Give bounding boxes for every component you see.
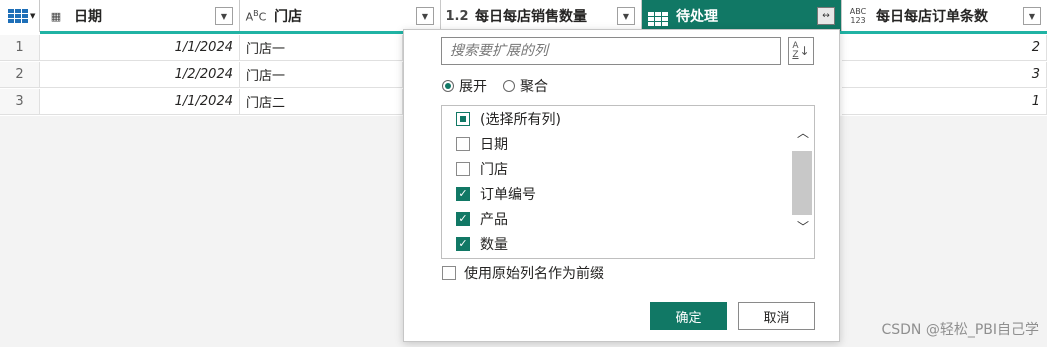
- table-icon: [8, 9, 28, 23]
- checkbox-partial-icon[interactable]: [456, 111, 470, 126]
- text-type-icon: ABC: [245, 8, 267, 24]
- table-icon: [646, 6, 670, 26]
- expand-column-popup: A Z ↓ 展开 聚合 (选择所有列) 日期 门店 ✓ 订单: [403, 29, 840, 342]
- list-item-label: 产品: [480, 211, 508, 228]
- search-box[interactable]: [441, 37, 781, 65]
- row-number[interactable]: 3: [0, 89, 40, 115]
- column-label: 每日每店销售数量: [475, 9, 587, 25]
- column-header-store[interactable]: ABC 门店 ▼: [240, 0, 441, 32]
- chevron-up-icon[interactable]: ︿: [796, 124, 810, 141]
- ok-button[interactable]: 确定: [650, 302, 727, 330]
- sort-az-button[interactable]: A Z ↓: [788, 37, 814, 65]
- column-filter-dropdown[interactable]: ▼: [617, 7, 635, 25]
- list-item-label: 门店: [480, 161, 508, 178]
- list-item[interactable]: ✓ 订单编号: [442, 181, 536, 206]
- column-label: 每日每店订单条数: [876, 9, 988, 25]
- radio-label: 展开: [459, 79, 487, 95]
- search-input[interactable]: [450, 43, 780, 59]
- column-header-sales[interactable]: 1.2 每日每店销售数量 ▼: [441, 0, 642, 32]
- table-cell-store[interactable]: 门店二: [240, 89, 403, 115]
- sort-bottom-letter: Z: [792, 50, 799, 60]
- list-item[interactable]: 日期: [442, 131, 508, 156]
- checkbox-unchecked-icon[interactable]: [442, 266, 456, 280]
- checkbox-checked-icon[interactable]: ✓: [456, 211, 470, 226]
- table-cell-orders[interactable]: 2: [842, 35, 1047, 61]
- list-item-label: 数量: [480, 236, 508, 253]
- table-cell-date[interactable]: 1/1/2024: [40, 89, 240, 115]
- scrollbar-thumb[interactable]: [792, 151, 812, 215]
- chevron-down-icon[interactable]: ﹀: [796, 218, 810, 235]
- column-label: 日期: [74, 9, 102, 25]
- checkbox-checked-icon[interactable]: ✓: [456, 186, 470, 201]
- any-type-icon: ABC 123: [849, 7, 867, 25]
- column-label: 待处理: [676, 9, 718, 25]
- expand-column-button[interactable]: ↔: [817, 7, 835, 25]
- radio-unselected-icon: [503, 80, 515, 92]
- table-cell-orders[interactable]: 3: [842, 62, 1047, 88]
- list-item[interactable]: ✓ 数量: [442, 231, 508, 256]
- column-header-pending[interactable]: 待处理 ↔: [642, 0, 842, 32]
- checkbox-unchecked-icon[interactable]: [456, 136, 470, 151]
- column-header-orders[interactable]: ABC 123 每日每店订单条数 ▼: [842, 0, 1047, 32]
- column-header-date[interactable]: ▦ 日期 ▼: [40, 0, 240, 32]
- table-cell-date[interactable]: 1/2/2024: [40, 62, 240, 88]
- column-filter-dropdown[interactable]: ▼: [215, 7, 233, 25]
- radio-selected-icon: [442, 80, 454, 92]
- list-scrollbar[interactable]: ︿ ﹀: [792, 106, 814, 258]
- list-item[interactable]: 门店: [442, 156, 508, 181]
- checkbox-unchecked-icon[interactable]: [456, 161, 470, 176]
- table-cell-store[interactable]: 门店一: [240, 35, 403, 61]
- list-item-select-all[interactable]: (选择所有列): [442, 106, 561, 131]
- radio-aggregate[interactable]: 聚合: [503, 76, 548, 96]
- table-cell-store[interactable]: 门店一: [240, 62, 403, 88]
- table-corner-menu[interactable]: ▼: [0, 0, 40, 32]
- decimal-type-icon: 1.2: [445, 8, 469, 24]
- cancel-button[interactable]: 取消: [738, 302, 815, 330]
- column-filter-dropdown[interactable]: ▼: [1023, 7, 1041, 25]
- prefix-label: 使用原始列名作为前缀: [464, 266, 604, 282]
- watermark: CSDN @轻松_PBI自己学: [881, 322, 1039, 338]
- radio-expand[interactable]: 展开: [442, 76, 487, 96]
- checkbox-checked-icon[interactable]: ✓: [456, 236, 470, 251]
- column-checklist: (选择所有列) 日期 门店 ✓ 订单编号 ✓ 产品 ✓ 数量 ︿ ﹀: [441, 105, 815, 259]
- list-item[interactable]: ✓ 产品: [442, 206, 508, 231]
- row-number[interactable]: 1: [0, 35, 40, 61]
- mode-radio-group: 展开 聚合: [442, 76, 548, 96]
- radio-label: 聚合: [520, 79, 548, 95]
- sort-az-icon: A Z ↓: [792, 41, 810, 60]
- row-number[interactable]: 2: [0, 62, 40, 88]
- prefix-option[interactable]: 使用原始列名作为前缀: [442, 263, 604, 283]
- calendar-icon: ▦: [50, 9, 62, 23]
- chevron-down-icon: ▼: [30, 12, 36, 20]
- list-item-label: 订单编号: [480, 186, 536, 203]
- column-filter-dropdown[interactable]: ▼: [416, 7, 434, 25]
- column-label: 门店: [274, 9, 302, 25]
- table-cell-date[interactable]: 1/1/2024: [40, 35, 240, 61]
- list-item-label: 日期: [480, 136, 508, 153]
- list-item-label: (选择所有列): [480, 111, 561, 128]
- table-cell-orders[interactable]: 1: [842, 89, 1047, 115]
